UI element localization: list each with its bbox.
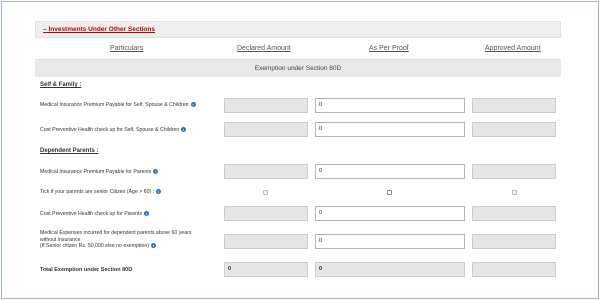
exemption-title: Exemption under Section 80D — [35, 59, 561, 77]
row-label-self-insurance: Medical Insurance Premium Payable for Se… — [40, 102, 196, 108]
info-icon[interactable]: i — [181, 127, 187, 133]
info-icon[interactable]: i — [153, 169, 159, 175]
section-title-link[interactable]: – Investments Under Other Sections — [43, 26, 155, 33]
info-icon[interactable]: i — [156, 189, 162, 195]
senior-citizen-checkbox[interactable] — [387, 190, 392, 195]
column-header-particulars: Particulars — [110, 45, 144, 52]
declared-parents-medical — [224, 234, 308, 249]
row-label-parents-checkup: Cost Preventive Health check up for Pare… — [40, 211, 150, 217]
column-header-approved: Approved Amount — [485, 45, 541, 52]
proof-self-insurance-input[interactable]: 0 — [315, 98, 465, 113]
row-label-parents-insurance: Medical Insurance Premium Payable for Pa… — [40, 169, 159, 175]
info-icon[interactable]: i — [151, 243, 156, 249]
total-approved-value — [472, 262, 556, 277]
info-icon[interactable]: i — [190, 102, 196, 108]
approved-parents-medical — [472, 234, 556, 249]
column-header-proof: As Per Proof — [369, 45, 409, 52]
column-header-declared: Declared Amount — [237, 45, 291, 52]
row-label-parents-medical: Medical Expenses incurred for dependent … — [40, 230, 192, 249]
proof-parents-medical-input[interactable]: 0 — [315, 234, 465, 249]
approved-self-checkup — [472, 122, 556, 137]
approved-self-insurance — [472, 98, 556, 113]
proof-parents-insurance-input[interactable]: 0 — [315, 164, 465, 179]
group-dependent-parents: Dependent Parents : — [40, 148, 99, 154]
total-proof-value: 0 — [315, 262, 465, 277]
row-label-self-checkup: Cost Preventive Health check up for Self… — [40, 127, 187, 133]
info-icon[interactable]: i — [144, 211, 150, 217]
declared-self-checkup — [224, 122, 308, 137]
declared-parents-insurance — [224, 164, 308, 179]
senior-citizen-checkbox-approved — [512, 190, 517, 195]
row-label-senior-citizen: Tick if your parents are senior Citizen … — [40, 189, 162, 195]
section-header[interactable]: – Investments Under Other Sections — [35, 21, 561, 38]
total-exemption-label: Total Exemption under Section 80D — [40, 267, 133, 273]
proof-self-checkup-input[interactable]: 0 — [315, 122, 465, 137]
total-declared-value: 0 — [224, 262, 308, 277]
proof-parents-checkup-input[interactable]: 0 — [315, 206, 465, 221]
approved-parents-insurance — [472, 164, 556, 179]
group-self-family: Self & Family : — [40, 82, 82, 88]
approved-parents-checkup — [472, 206, 556, 221]
declared-self-insurance — [224, 98, 308, 113]
declared-parents-checkup — [224, 206, 308, 221]
senior-citizen-checkbox-declared — [263, 190, 268, 195]
